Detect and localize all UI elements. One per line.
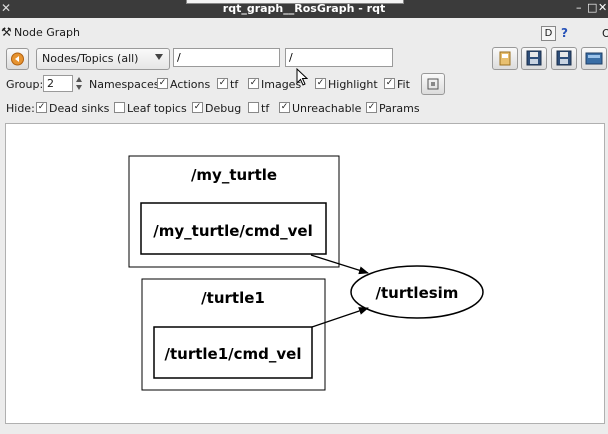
refresh-button[interactable] xyxy=(6,48,29,70)
fit-view-button[interactable] xyxy=(421,73,445,95)
topic-label-my-turtle-cmd-vel: /my_turtle/cmd_vel xyxy=(153,222,312,240)
group-spin-arrows[interactable] xyxy=(74,75,85,92)
unreachable-label: Unreachable xyxy=(292,102,362,115)
namespaces-label: Namespaces xyxy=(89,78,160,91)
close-window-icon[interactable]: ✕ xyxy=(598,1,607,14)
highlight-checkbox[interactable]: ✓ xyxy=(315,78,326,89)
edge-turtle1-to-turtlesim xyxy=(311,307,369,328)
namespace-label-my-turtle: /my_turtle xyxy=(191,166,277,184)
help-icon[interactable]: ? xyxy=(561,26,568,40)
load-dot-icon xyxy=(499,51,511,66)
namespace-label-turtle1: /turtle1 xyxy=(201,289,265,307)
group-label: Group: xyxy=(6,78,44,91)
dead-sinks-label: Dead sinks xyxy=(49,102,110,115)
status-strip xyxy=(0,426,608,434)
images-label: Images xyxy=(261,78,302,91)
refresh-icon xyxy=(11,52,24,66)
save-svg-icon xyxy=(556,50,572,66)
actions-label: Actions xyxy=(170,78,211,91)
tf-group-checkbox[interactable]: ✓ xyxy=(217,78,228,89)
images-checkbox[interactable]: ✓ xyxy=(248,78,259,89)
chevron-down-icon xyxy=(155,54,163,60)
actions-checkbox[interactable]: ✓ xyxy=(157,78,168,89)
group-spinbox[interactable]: 2 xyxy=(43,75,73,92)
filter-mode-select[interactable]: Nodes/Topics (all) xyxy=(36,48,170,70)
tf-hide-checkbox[interactable] xyxy=(248,102,259,113)
leaf-topics-checkbox[interactable] xyxy=(114,102,125,113)
tf-hide-label: tf xyxy=(261,102,270,115)
spin-down-icon[interactable] xyxy=(76,85,82,90)
maximize-icon[interactable]: □ xyxy=(587,1,597,14)
node-filter-input[interactable] xyxy=(173,48,280,67)
fit-label: Fit xyxy=(397,78,410,91)
dock-d-button[interactable]: D xyxy=(541,26,556,41)
save-dot-icon xyxy=(526,50,542,66)
fit-view-icon xyxy=(427,78,439,90)
tf-group-label: tf xyxy=(230,78,239,91)
screenshot-button[interactable] xyxy=(581,47,607,70)
unreachable-checkbox[interactable]: ✓ xyxy=(279,102,290,113)
debug-checkbox[interactable]: ✓ xyxy=(192,102,203,113)
filter-mode-value: Nodes/Topics (all) xyxy=(42,52,139,65)
graph-canvas[interactable]: /my_turtle /my_turtle/cmd_vel /turtle1 /… xyxy=(5,123,605,424)
drag-handle xyxy=(186,0,404,4)
group-value: 2 xyxy=(47,77,54,90)
tools-icon: ⚒ xyxy=(1,25,12,39)
plugin-header: ⚒ Node Graph xyxy=(0,24,608,42)
debug-label: Debug xyxy=(205,102,242,115)
save-svg-button[interactable] xyxy=(551,47,577,70)
hide-label: Hide: xyxy=(6,102,35,115)
minimize-icon[interactable]: – xyxy=(576,1,582,14)
close-plugin-icon[interactable]: O xyxy=(602,27,608,40)
screenshot-icon xyxy=(585,52,603,65)
save-dot-button[interactable] xyxy=(521,47,547,70)
plugin-title: Node Graph xyxy=(14,26,80,39)
node-label-turtlesim: /turtlesim xyxy=(376,284,459,302)
highlight-label: Highlight xyxy=(328,78,378,91)
fit-checkbox[interactable]: ✓ xyxy=(384,78,395,89)
spin-up-icon[interactable] xyxy=(76,77,82,82)
params-label: Params xyxy=(379,102,420,115)
dead-sinks-checkbox[interactable]: ✓ xyxy=(36,102,47,113)
load-dot-button[interactable] xyxy=(492,47,518,70)
params-checkbox[interactable]: ✓ xyxy=(366,102,377,113)
leaf-topics-label: Leaf topics xyxy=(127,102,187,115)
topic-label-turtle1-cmd-vel: /turtle1/cmd_vel xyxy=(165,345,302,363)
topic-filter-input[interactable] xyxy=(285,48,393,67)
ros-graph[interactable]: /my_turtle /my_turtle/cmd_vel /turtle1 /… xyxy=(6,124,604,423)
